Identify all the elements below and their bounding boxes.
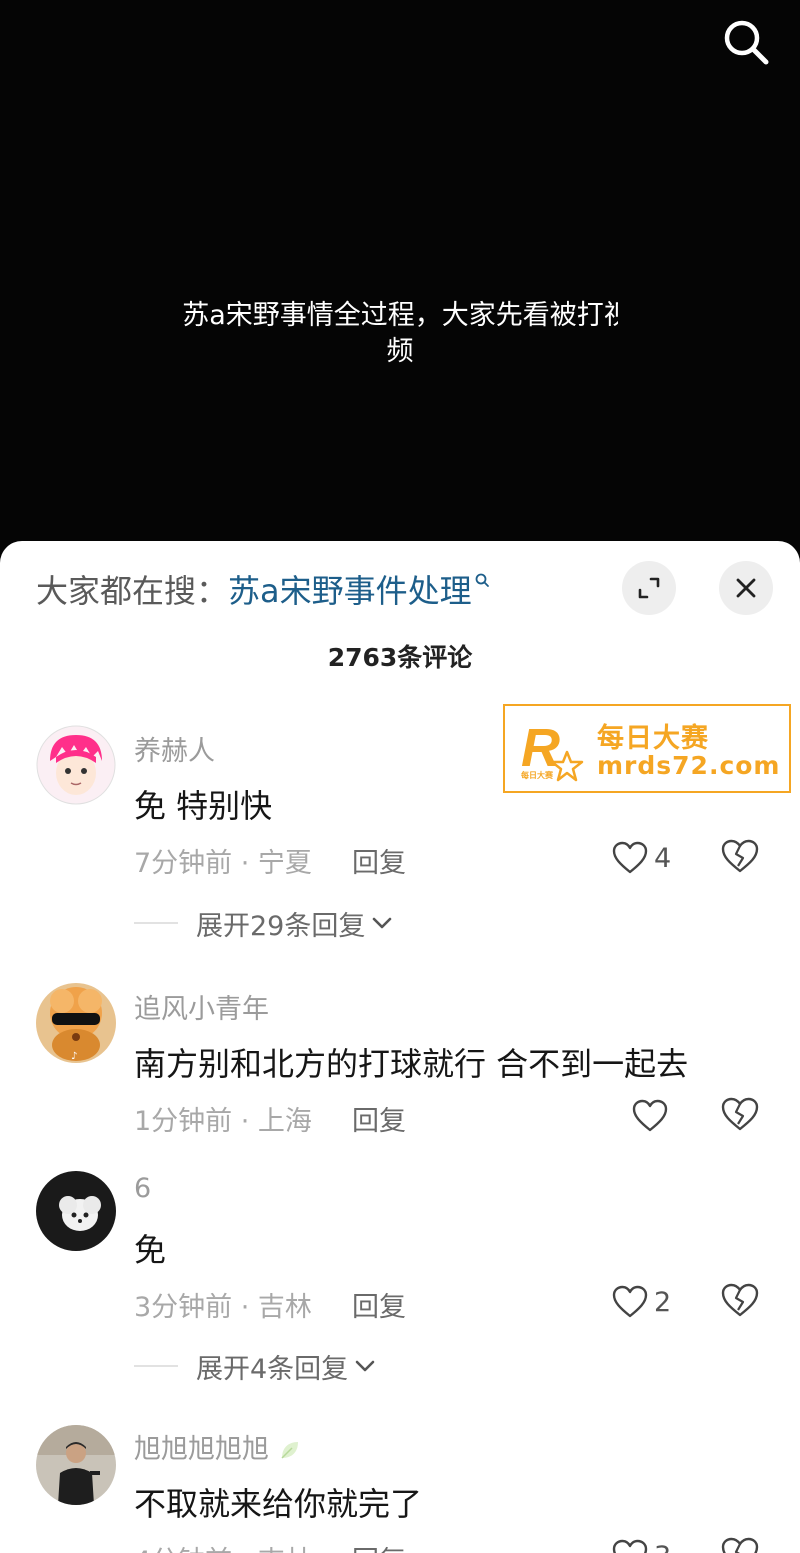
comment-username[interactable]: 6 [134, 1173, 151, 1204]
video-player[interactable]: 苏a宋野事情全过程，大家先看被打视 频 [0, 0, 800, 560]
trending-search-label: 大家都在搜： [36, 572, 229, 610]
reply-button[interactable]: 回复 [352, 1539, 406, 1553]
like-button[interactable]: 2 [612, 1282, 671, 1322]
close-icon [736, 578, 756, 598]
divider-line [134, 1365, 178, 1367]
heart-icon [612, 1539, 648, 1553]
avatar[interactable]: ♪ [36, 983, 116, 1063]
expand-replies-label: 展开4条回复 [196, 1353, 349, 1385]
broken-heart-icon [721, 1537, 759, 1553]
svg-text:♪: ♪ [71, 1051, 77, 1062]
search-button[interactable] [720, 16, 772, 68]
like-button[interactable]: 3 [612, 1536, 671, 1553]
like-button[interactable] [632, 1096, 668, 1136]
heart-icon [612, 841, 648, 874]
like-count: 2 [654, 1286, 672, 1318]
dislike-button[interactable] [720, 1282, 760, 1322]
comment-text: 免 特别快 [134, 787, 273, 825]
like-button[interactable]: 4 [612, 838, 671, 878]
avatar[interactable] [36, 725, 116, 805]
comment-item: 6 免 3分钟前 · 吉林 回复 2 展开4条回复 [0, 1169, 800, 1409]
expand-button[interactable] [622, 561, 676, 615]
comment-meta: 1分钟前 · 上海 [134, 1106, 312, 1137]
comment-count: 2763条评论 [327, 643, 473, 672]
broken-heart-icon [721, 839, 759, 873]
caption-line-2: 频 [386, 336, 414, 367]
avatar[interactable] [36, 1171, 116, 1251]
close-button[interactable] [719, 561, 773, 615]
dislike-button[interactable] [720, 1096, 760, 1136]
leaf-icon [281, 1442, 298, 1459]
caption-line-1: 苏a宋野事情全过程，大家先看被打视 [0, 298, 800, 334]
broken-heart-icon [721, 1283, 759, 1317]
expand-icon [638, 577, 660, 599]
comment-text: 南方别和北方的打球就行 合不到一起去 [134, 1045, 689, 1083]
chevron-down-icon [355, 1360, 375, 1372]
comment-username[interactable]: 追风小青年 [134, 987, 269, 1026]
comment-username[interactable]: 旭旭旭旭旭 [134, 1427, 302, 1466]
like-count: 4 [654, 842, 672, 874]
comment-item: ♪ 追风小青年 南方别和北方的打球就行 合不到一起去 1分钟前 · 上海 回复 [0, 981, 800, 1141]
trending-search: 大家都在搜：苏a宋野事件处理 [36, 571, 490, 611]
trending-search-link[interactable]: 苏a宋野事件处理 [228, 572, 472, 610]
comment-item: 旭旭旭旭旭 不取就来给你就完了 4分钟前 · 吉林 回复 3 [0, 1423, 800, 1553]
expand-replies-button[interactable]: 展开4条回复 [134, 1348, 376, 1385]
search-icon [475, 573, 489, 587]
comment-sheet: 大家都在搜：苏a宋野事件处理 2763条评论 R 每日大赛 每日大赛 mrds7… [0, 541, 800, 1553]
dislike-button[interactable] [720, 838, 760, 878]
reply-button[interactable]: 回复 [352, 841, 406, 880]
video-caption: 苏a宋野事情全过程，大家先看被打视 频 [0, 298, 800, 370]
comment-text: 不取就来给你就完了 [134, 1485, 423, 1523]
like-count: 3 [654, 1541, 671, 1553]
comment-username[interactable]: 养赫人 [134, 729, 215, 768]
divider-line [134, 922, 178, 924]
expand-replies-button[interactable]: 展开29条回复 [134, 905, 393, 942]
expand-replies-label: 展开29条回复 [196, 910, 366, 942]
dislike-button[interactable] [720, 1536, 760, 1553]
comment-text: 免 [134, 1231, 167, 1269]
avatar[interactable] [36, 1425, 116, 1505]
heart-icon [612, 1285, 648, 1318]
reply-button[interactable]: 回复 [352, 1285, 406, 1324]
search-icon [724, 20, 769, 65]
broken-heart-icon [721, 1097, 759, 1131]
comment-item: 养赫人 免 特别快 7分钟前 · 宁夏 回复 4 展开29条回复 [0, 721, 800, 961]
comment-meta: 4分钟前 · 吉林 [134, 1539, 312, 1553]
chevron-down-icon [373, 917, 392, 929]
heart-icon [632, 1099, 668, 1132]
caption-cut-char: 视 [603, 300, 618, 331]
comment-meta: 7分钟前 · 宁夏 [134, 848, 312, 879]
comment-meta: 3分钟前 · 吉林 [134, 1292, 312, 1323]
reply-button[interactable]: 回复 [352, 1099, 406, 1138]
